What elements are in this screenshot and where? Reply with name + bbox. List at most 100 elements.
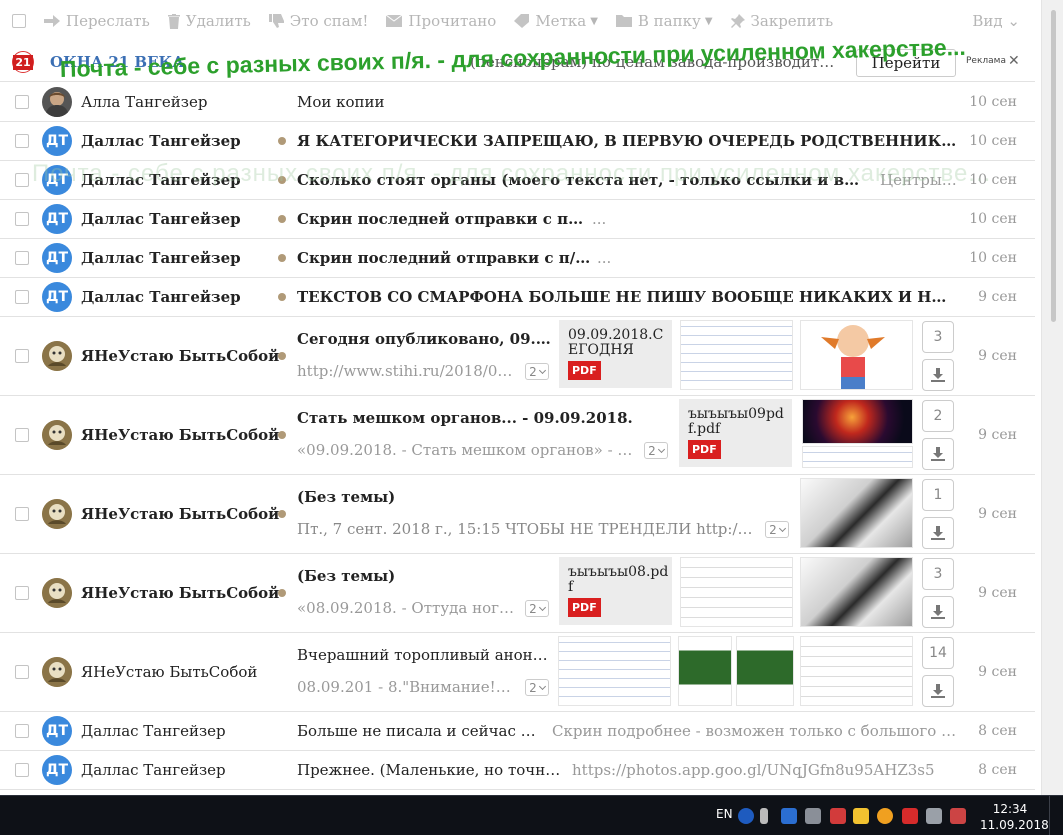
mail-row[interactable]: ДТ Даллас Тангейзер Прежнее. (Маленькие,…	[0, 751, 1035, 790]
mail-row[interactable]: ДТ Даллас Тангейзер ТЕКСТОВ СО СМАРФОНА …	[0, 278, 1035, 317]
mail-checkbox[interactable]	[15, 665, 29, 679]
flag-icon[interactable]	[950, 808, 966, 824]
mail-checkbox[interactable]	[15, 95, 29, 109]
attachment-thumbnail[interactable]	[678, 636, 732, 706]
attachment-thumbnail[interactable]	[800, 320, 913, 390]
mail-row[interactable]: ЯНеУстаю БытьСобой (Без темы) Пт., 7 сен…	[0, 475, 1035, 554]
attachment-count[interactable]: 14	[922, 637, 954, 669]
pdf-attachment[interactable]: ъыъыъы08.pdf PDF	[559, 557, 672, 625]
mail-row[interactable]: ЯНеУстаю БытьСобой (Без темы) «08.09.201…	[0, 554, 1035, 633]
pdf-badge: PDF	[688, 440, 721, 459]
mail-checkbox[interactable]	[15, 507, 29, 521]
mail-checkbox[interactable]	[15, 724, 29, 738]
mail-checkbox[interactable]	[15, 763, 29, 777]
mail-date: 10 сен	[969, 250, 1017, 266]
scrollbar[interactable]	[1041, 0, 1063, 795]
unread-dot[interactable]	[278, 431, 286, 439]
download-button[interactable]	[922, 596, 954, 628]
mail-checkbox[interactable]	[15, 290, 29, 304]
mail-row[interactable]: ЯНеУстаю БытьСобой Стать мешком органов.…	[0, 396, 1035, 475]
download-button[interactable]	[922, 438, 954, 470]
thread-count[interactable]: 2	[765, 521, 789, 538]
updater-icon[interactable]	[877, 808, 893, 824]
move-folder-button[interactable]: В папку ▼	[615, 12, 713, 30]
attachment-thumbnail[interactable]	[558, 636, 671, 706]
thread-count[interactable]: 2	[525, 363, 549, 380]
unread-dot[interactable]	[278, 215, 286, 223]
label-button[interactable]: Метка ▼	[514, 12, 598, 30]
select-all-checkbox[interactable]	[12, 14, 26, 28]
spam-button[interactable]: Это спам!	[268, 12, 369, 30]
mail-snippet: ...	[592, 210, 607, 228]
attachment-thumbnail[interactable]	[800, 636, 913, 706]
mail-sender: ЯНеУстаю БытьСобой	[81, 663, 258, 681]
network-icon[interactable]	[781, 808, 797, 824]
display-icon[interactable]	[926, 808, 942, 824]
view-dropdown[interactable]: Вид ⌄	[972, 12, 1020, 30]
download-icon	[931, 368, 945, 382]
attachment-count[interactable]: 1	[922, 479, 954, 511]
unread-dot[interactable]	[278, 254, 286, 262]
delete-button[interactable]: Удалить	[167, 12, 251, 30]
unread-dot[interactable]	[278, 352, 286, 360]
mail-checkbox[interactable]	[15, 212, 29, 226]
mail-row[interactable]: ЯНеУстаю БытьСобой Вчерашний торопливый …	[0, 633, 1035, 712]
mail-subject: Скрин последний отправки с п/я 2.	[297, 249, 592, 267]
language-indicator[interactable]: EN	[716, 807, 733, 821]
volume-muted-icon[interactable]	[830, 808, 846, 824]
download-button[interactable]	[922, 675, 954, 707]
download-button[interactable]	[922, 359, 954, 391]
thread-count[interactable]: 2	[644, 442, 668, 459]
mail-subject: Скрин последней отправки с п/я 1.	[297, 210, 587, 228]
mail-row[interactable]: ДТ Даллас Тангейзер Скрин последней отпр…	[0, 200, 1035, 239]
pdf-attachment[interactable]: ъыъыъы09pdf.pdf PDF	[679, 399, 792, 467]
mail-checkbox[interactable]	[15, 349, 29, 363]
thread-count[interactable]: 2	[525, 600, 549, 617]
pdf-attachment[interactable]: 09.09.2018.СЕГОДНЯ PDF	[559, 320, 672, 388]
mail-row[interactable]: ДТ Даллас Тангейзер Больше не писала и с…	[0, 712, 1035, 751]
attachment-thumbnail[interactable]	[800, 557, 913, 627]
forward-label: Переслать	[66, 12, 150, 30]
pin-button[interactable]: Закрепить	[730, 12, 833, 30]
notification-icon[interactable]	[853, 808, 869, 824]
system-clock[interactable]: 12:34 11.09.2018	[980, 801, 1049, 833]
mail-row[interactable]: ДТ Даллас Тангейзер Я КАТЕГОРИЧЕСКИ ЗАПР…	[0, 122, 1035, 161]
mail-checkbox[interactable]	[15, 428, 29, 442]
help-icon[interactable]	[738, 808, 754, 824]
close-icon[interactable]: ✕	[1008, 53, 1020, 69]
forward-button[interactable]: Переслать	[44, 12, 150, 30]
attachment-thumbnail[interactable]	[680, 557, 793, 627]
attachment-count[interactable]: 3	[922, 558, 954, 590]
mail-row[interactable]: ЯНеУстаю БытьСобой Сегодня опубликовано,…	[0, 317, 1035, 396]
unread-dot[interactable]	[278, 510, 286, 518]
download-button[interactable]	[922, 517, 954, 549]
mail-row[interactable]: ДТ Даллас Тангейзер Скрин последний отпр…	[0, 239, 1035, 278]
mail-checkbox[interactable]	[15, 134, 29, 148]
attachment-thumbnail[interactable]	[680, 320, 793, 390]
avatar: ДТ	[42, 204, 72, 234]
attachment-thumbnail[interactable]	[800, 478, 913, 548]
attachment-name: ъыъыъы09pdf.pdf	[688, 406, 784, 437]
mail-checkbox[interactable]	[15, 586, 29, 600]
attachment-thumbnail[interactable]	[802, 399, 913, 444]
mark-read-button[interactable]: Прочитано	[386, 12, 496, 30]
attachment-count[interactable]: 2	[922, 400, 954, 432]
mail-row[interactable]: Алла Тангейзер Мои копии 10 сен	[0, 83, 1035, 122]
scrollbar-thumb[interactable]	[1051, 10, 1056, 322]
pdf-reader-icon[interactable]	[902, 808, 918, 824]
unread-dot[interactable]	[278, 137, 286, 145]
mail-snippet: «09.09.2018. - Стать мешком органов» - h…	[297, 441, 635, 459]
usb-icon[interactable]	[760, 808, 768, 824]
unread-dot[interactable]	[278, 589, 286, 597]
security-icon[interactable]	[805, 808, 821, 824]
mail-checkbox[interactable]	[15, 251, 29, 265]
spam-label: Это спам!	[289, 12, 369, 30]
attachment-thumbnail[interactable]	[736, 636, 794, 706]
attachment-thumbnail[interactable]	[802, 446, 913, 468]
attachment-count[interactable]: 3	[922, 321, 954, 353]
unread-dot[interactable]	[278, 293, 286, 301]
show-desktop-button[interactable]	[1049, 796, 1063, 835]
download-icon	[931, 447, 945, 461]
thread-count[interactable]: 2	[525, 679, 549, 696]
mail-checkbox[interactable]	[15, 173, 29, 187]
